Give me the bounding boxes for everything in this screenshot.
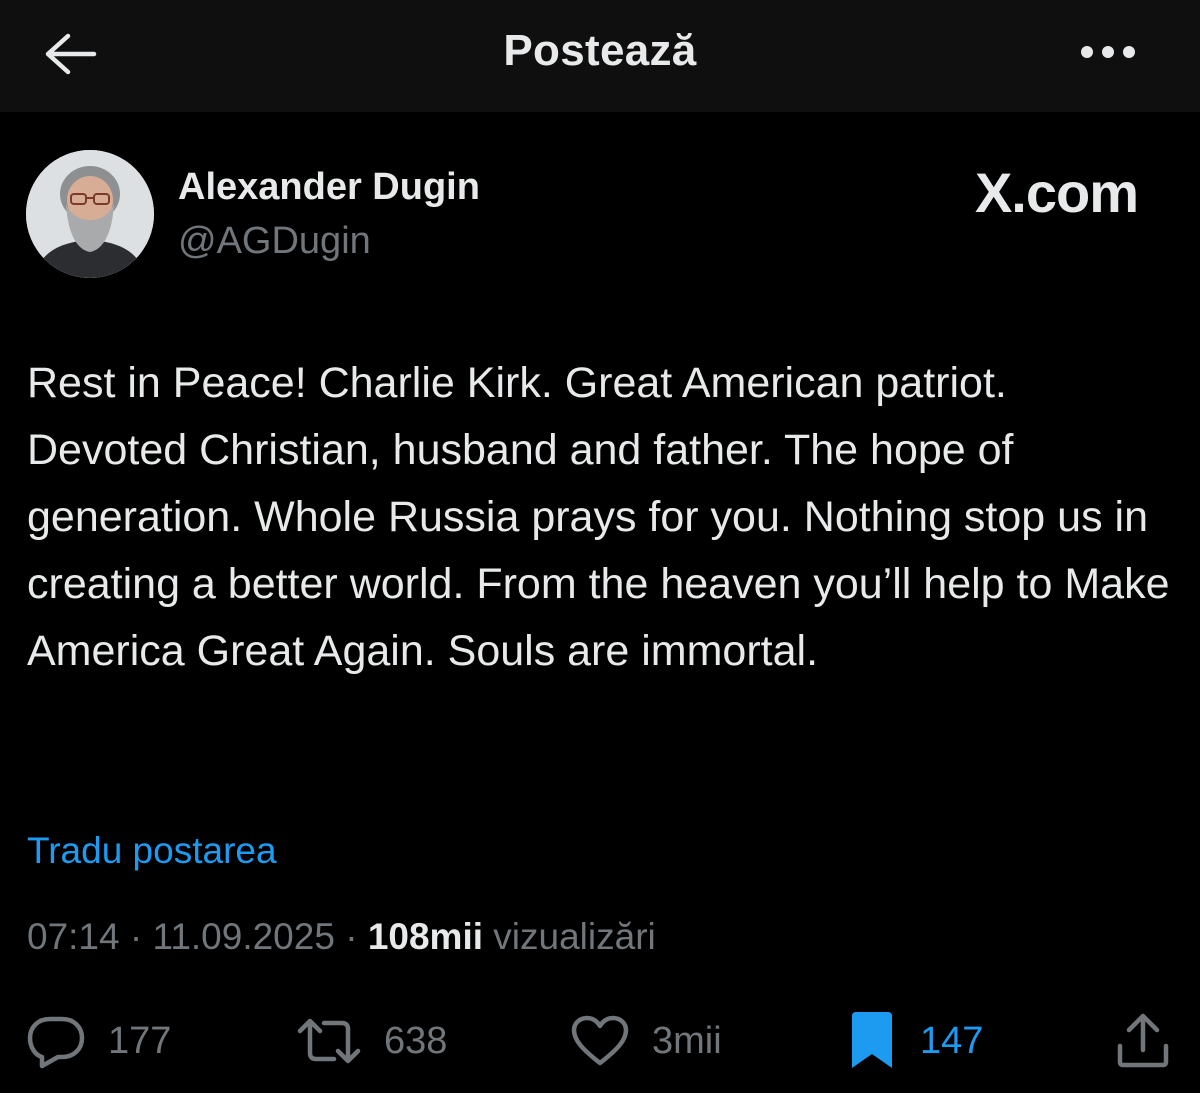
meta-separator: · bbox=[334, 916, 368, 957]
action-bar: 177 638 3mii 147 bbox=[0, 1006, 1200, 1076]
post-date: 11.09.2025 bbox=[152, 916, 335, 957]
like-count: 3mii bbox=[652, 1019, 722, 1062]
watermark: X.com bbox=[974, 161, 1139, 224]
top-bar: Postează bbox=[0, 0, 1200, 112]
reply-count: 177 bbox=[108, 1019, 172, 1062]
bookmark-button[interactable]: 147 bbox=[846, 1006, 983, 1076]
more-horizontal-icon bbox=[1081, 46, 1135, 58]
share-button[interactable] bbox=[1114, 1006, 1172, 1076]
translate-post-link[interactable]: Tradu postarea bbox=[27, 830, 277, 872]
views-count: 108mii bbox=[367, 916, 484, 957]
post-time: 07:14 bbox=[27, 916, 120, 957]
reply-icon bbox=[27, 1016, 85, 1069]
share-icon bbox=[1117, 1013, 1169, 1068]
repost-icon bbox=[297, 1018, 361, 1064]
post-meta: 07:14 · 11.09.2025 · 108mii vizualizări bbox=[27, 916, 656, 958]
bookmark-count: 147 bbox=[920, 1019, 984, 1062]
repost-button[interactable]: 638 bbox=[296, 1006, 447, 1076]
more-button[interactable] bbox=[1078, 30, 1138, 74]
page-title: Postează bbox=[503, 26, 697, 75]
avatar[interactable] bbox=[26, 150, 154, 278]
repost-count: 638 bbox=[384, 1019, 448, 1062]
author-photo-icon bbox=[26, 150, 154, 278]
post-text: Rest in Peace! Charlie Kirk. Great Ameri… bbox=[27, 359, 1170, 675]
heart-icon bbox=[571, 1015, 629, 1066]
bookmark-icon bbox=[852, 1012, 892, 1068]
meta-separator: · bbox=[119, 916, 153, 957]
like-button[interactable]: 3mii bbox=[570, 1006, 722, 1076]
views-label: vizualizări bbox=[493, 916, 656, 957]
reply-button[interactable]: 177 bbox=[26, 1006, 171, 1076]
author-name[interactable]: Alexander Dugin bbox=[178, 166, 480, 209]
author-handle[interactable]: @AGDugin bbox=[178, 220, 371, 263]
